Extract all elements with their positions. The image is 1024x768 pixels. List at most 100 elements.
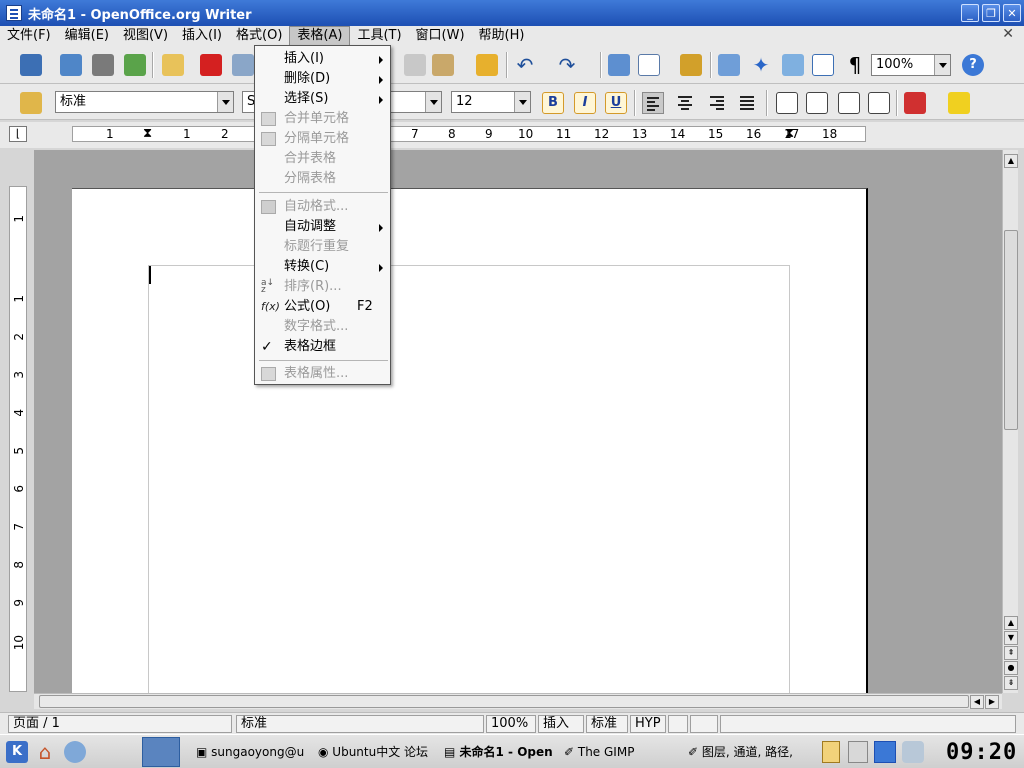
network-icon[interactable] bbox=[64, 741, 86, 763]
menu-item-delete[interactable]: 删除(D) bbox=[256, 69, 389, 89]
text-boundary[interactable] bbox=[148, 265, 790, 693]
navigator-icon[interactable]: ✦ bbox=[750, 54, 772, 76]
menu-view[interactable]: 视图(V) bbox=[116, 26, 175, 46]
help-icon[interactable]: ? bbox=[962, 54, 984, 76]
menu-item-number-format[interactable]: 数字格式... bbox=[256, 317, 389, 337]
nonprinting-characters-icon[interactable]: ¶ bbox=[844, 54, 866, 76]
italic-button[interactable]: I bbox=[574, 92, 596, 114]
email-icon[interactable] bbox=[124, 54, 146, 76]
horizontal-scrollbar[interactable]: ◀ ▶ bbox=[34, 693, 1002, 709]
menu-insert[interactable]: 插入(I) bbox=[175, 26, 229, 46]
export-pdf-icon[interactable] bbox=[200, 54, 222, 76]
styles-formatting-icon[interactable] bbox=[20, 92, 42, 114]
menu-table[interactable]: 表格(A) bbox=[289, 26, 351, 46]
menu-item-split-table[interactable]: 分隔表格 bbox=[256, 169, 389, 189]
edit-file-icon[interactable] bbox=[20, 54, 42, 76]
menu-item-sort[interactable]: a↓ z 排序(R)... bbox=[256, 277, 389, 297]
menu-item-merge-cells[interactable]: 合并单元格 bbox=[256, 109, 389, 129]
paste-icon[interactable] bbox=[432, 54, 454, 76]
scroll-down-icon[interactable]: ▼ bbox=[1004, 631, 1018, 645]
menu-item-table-boundaries[interactable]: ✓ 表格边框 bbox=[256, 337, 389, 357]
task-firefox[interactable]: ◉ Ubuntu中文 论坛 bbox=[318, 743, 438, 761]
vertical-scroll-thumb[interactable] bbox=[1004, 230, 1018, 430]
home-icon[interactable]: ⌂ bbox=[34, 741, 56, 763]
minimize-button[interactable]: _ bbox=[961, 4, 979, 22]
writer-app-icon[interactable] bbox=[6, 5, 22, 21]
menu-file[interactable]: 文件(F) bbox=[0, 26, 58, 46]
scroll-up-icon[interactable]: ▲ bbox=[1004, 616, 1018, 630]
data-sources-icon[interactable] bbox=[812, 54, 834, 76]
tab-stop-icon[interactable]: ⌊ bbox=[9, 126, 27, 142]
format-paintbrush-icon[interactable] bbox=[476, 54, 498, 76]
menu-item-merge-table[interactable]: 合并表格 bbox=[256, 149, 389, 169]
menu-item-heading-repeat[interactable]: 标题行重复 bbox=[256, 237, 389, 257]
navigation-icon[interactable]: ● bbox=[1004, 661, 1018, 675]
print-icon[interactable] bbox=[232, 54, 254, 76]
status-selection-mode[interactable]: 标准 bbox=[586, 715, 628, 733]
close-window-button[interactable]: ✕ bbox=[1003, 4, 1021, 22]
chevron-down-icon[interactable] bbox=[934, 55, 950, 75]
save-icon[interactable] bbox=[92, 54, 114, 76]
display-icon[interactable] bbox=[874, 741, 896, 763]
scroll-right-icon[interactable]: ▶ bbox=[985, 695, 999, 709]
align-left-icon[interactable] bbox=[642, 92, 664, 114]
menu-item-autoformat[interactable]: 自动格式... bbox=[256, 197, 389, 217]
horizontal-ruler[interactable]: 1 1 2 7 8 9 10 11 12 13 14 15 16 17 18 ⧗… bbox=[72, 126, 866, 142]
redo-icon[interactable]: ↷ bbox=[556, 54, 578, 76]
vertical-ruler[interactable]: 1 1 2 3 4 5 6 7 8 9 10 bbox=[9, 186, 27, 692]
vertical-scrollbar[interactable]: ▲ ▲ ▼ ⇞ ● ⇟ bbox=[1002, 150, 1018, 693]
bullets-icon[interactable] bbox=[806, 92, 828, 114]
klipper-icon[interactable] bbox=[822, 741, 840, 763]
increase-indent-icon[interactable] bbox=[868, 92, 890, 114]
table-icon[interactable] bbox=[638, 54, 660, 76]
chevron-down-icon[interactable] bbox=[217, 92, 233, 112]
chevron-down-icon[interactable] bbox=[425, 92, 441, 112]
status-zoom[interactable]: 100% bbox=[486, 715, 536, 733]
find-replace-icon[interactable] bbox=[718, 54, 740, 76]
status-insert-mode[interactable]: 插入 bbox=[538, 715, 584, 733]
edit-mode-icon[interactable] bbox=[162, 54, 184, 76]
menu-item-formula[interactable]: f(x) 公式(O) F2 bbox=[256, 297, 389, 317]
task-writer[interactable]: ▤ 未命名1 - Open bbox=[444, 743, 558, 761]
undo-icon[interactable]: ↶ bbox=[514, 54, 536, 76]
removable-media-icon[interactable] bbox=[848, 741, 868, 763]
status-hyperlink-mode[interactable]: HYP bbox=[630, 715, 666, 733]
maximize-button[interactable]: ❐ bbox=[982, 4, 1000, 22]
highlighting-icon[interactable] bbox=[948, 92, 970, 114]
previous-page-icon[interactable]: ⇞ bbox=[1004, 646, 1018, 660]
font-size-combo[interactable]: 12 bbox=[451, 91, 531, 113]
right-indent-marker[interactable]: ⧗ bbox=[785, 127, 794, 141]
clock[interactable]: 09:20 bbox=[946, 740, 1016, 766]
k-menu-icon[interactable]: K bbox=[6, 741, 28, 763]
menu-item-convert[interactable]: 转换(C) bbox=[256, 257, 389, 277]
menu-tools[interactable]: 工具(T) bbox=[350, 26, 408, 46]
menu-item-autofit[interactable]: 自动调整 bbox=[256, 217, 389, 237]
menu-item-insert[interactable]: 插入(I) bbox=[256, 49, 389, 69]
menu-item-select[interactable]: 选择(S) bbox=[256, 89, 389, 109]
chevron-down-icon[interactable] bbox=[514, 92, 530, 112]
menu-edit[interactable]: 编辑(E) bbox=[58, 26, 116, 46]
task-gimp-layers[interactable]: ✐ 图层, 通道, 路径, bbox=[688, 743, 800, 761]
task-gimp[interactable]: ✐ The GIMP bbox=[564, 743, 682, 761]
menu-format[interactable]: 格式(O) bbox=[229, 26, 289, 46]
underline-button[interactable]: U bbox=[605, 92, 627, 114]
align-right-icon[interactable] bbox=[706, 92, 728, 114]
font-color-icon[interactable] bbox=[904, 92, 926, 114]
hyperlink-icon[interactable] bbox=[608, 54, 630, 76]
menu-help[interactable]: 帮助(H) bbox=[472, 26, 532, 46]
menu-item-split-cells[interactable]: 分隔单元格 bbox=[256, 129, 389, 149]
scroll-left-icon[interactable]: ◀ bbox=[970, 695, 984, 709]
next-page-icon[interactable]: ⇟ bbox=[1004, 676, 1018, 690]
left-indent-marker[interactable]: ⧗ bbox=[143, 127, 152, 141]
desktop-pager[interactable] bbox=[142, 737, 180, 767]
zoom-combo[interactable]: 100% bbox=[871, 54, 951, 76]
numbering-icon[interactable] bbox=[776, 92, 798, 114]
decrease-indent-icon[interactable] bbox=[838, 92, 860, 114]
justify-icon[interactable] bbox=[736, 92, 758, 114]
network-manager-icon[interactable] bbox=[902, 741, 924, 763]
open-icon[interactable] bbox=[60, 54, 82, 76]
align-center-icon[interactable] bbox=[674, 92, 696, 114]
draw-functions-icon[interactable] bbox=[680, 54, 702, 76]
menu-window[interactable]: 窗口(W) bbox=[409, 26, 472, 46]
close-document-icon[interactable]: ✕ bbox=[1002, 26, 1014, 42]
